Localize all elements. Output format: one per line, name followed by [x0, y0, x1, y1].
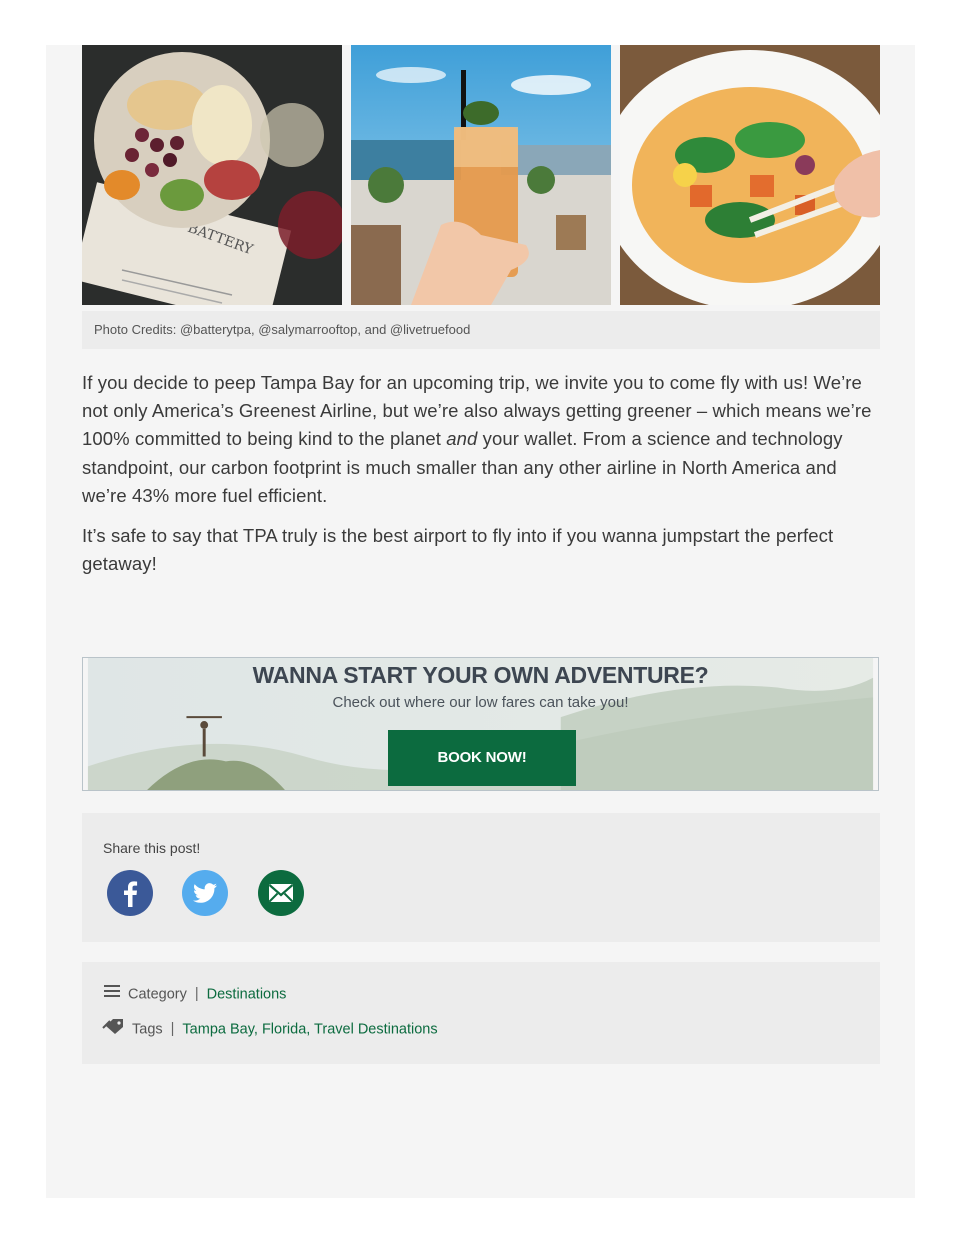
category-link[interactable]: Destinations — [207, 986, 287, 1002]
book-now-button[interactable]: BOOK NOW! — [388, 730, 576, 786]
tags-label: Tags — [132, 1021, 163, 1038]
article-paragraph: It’s safe to say that TPA truly is the b… — [82, 525, 834, 575]
facebook-icon[interactable] — [106, 869, 154, 917]
post-meta: Category | Destinations Tags | Tampa Bay, Fl… — [82, 962, 880, 1064]
separator: | — [194, 986, 199, 1003]
article-paragraph: If you decide to peep Tampa Bay for an u… — [82, 372, 872, 506]
photo-gallery: BATTERY — [82, 45, 880, 305]
rooftop-cocktail-photo — [351, 45, 611, 305]
curry-bowl-photo — [620, 45, 880, 305]
tags-row: Tags | Tampa Bay, Florida, Travel Destinat… — [102, 1017, 438, 1039]
menu-lines-icon — [102, 983, 122, 1006]
category-row: Category | Destinations — [102, 983, 286, 1005]
separator: | — [170, 1021, 175, 1038]
tags-links[interactable]: Tampa Bay, Florida, Travel Destinations — [182, 1021, 437, 1037]
category-label: Category — [128, 986, 187, 1003]
article-body: If you decide to peep Tampa Bay for an u… — [82, 369, 872, 590]
photo-credits: Photo Credits: @batterytpa, @salymarroof… — [82, 311, 880, 349]
share-section: Share this post! — [82, 813, 880, 942]
charcuterie-board-photo: BATTERY — [82, 45, 342, 305]
email-icon[interactable] — [257, 869, 305, 917]
banner-title: WANNA START YOUR OWN ADVENTURE? — [252, 662, 709, 688]
banner-subtitle: Check out where our low fares can take y… — [332, 694, 629, 711]
adventure-banner[interactable]: WANNA START YOUR OWN ADVENTURE? Check ou… — [82, 657, 879, 791]
share-label: Share this post! — [103, 840, 201, 856]
twitter-icon[interactable] — [181, 869, 229, 917]
tag-icon — [102, 1017, 126, 1042]
